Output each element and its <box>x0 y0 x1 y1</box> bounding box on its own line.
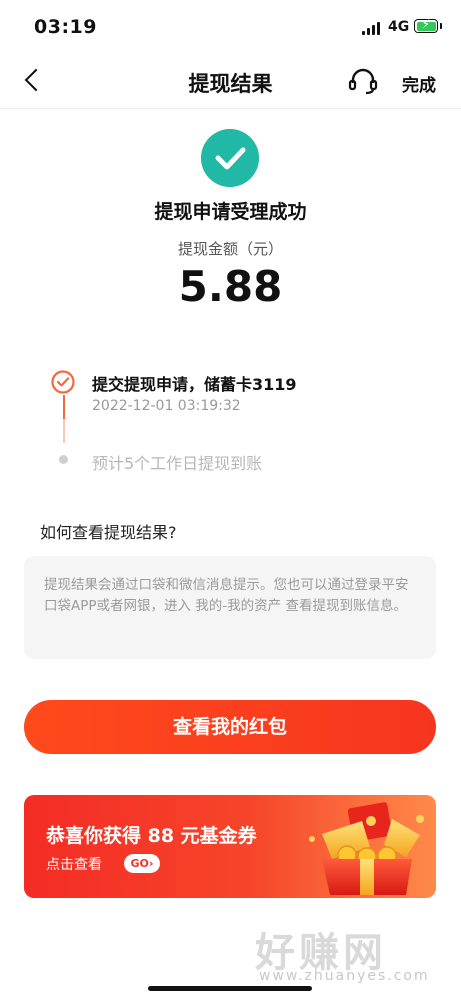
view-red-packet-button[interactable]: 查看我的红包 <box>24 700 436 754</box>
faq-title: 如何查看提现结果? <box>40 523 177 542</box>
coupon-subtitle: 点击查看 <box>46 857 102 873</box>
result-title: 提现申请受理成功 <box>154 201 307 223</box>
status-bar: 03:19 4G ⚡ <box>0 0 461 56</box>
home-indicator <box>148 986 312 991</box>
headset-icon[interactable] <box>348 68 378 96</box>
watermark: 好赚网 www.zhuanyes.com <box>255 920 445 990</box>
signal-icon <box>362 22 382 35</box>
status-time: 03:19 <box>34 16 97 38</box>
nav-bar: 提现结果 完成 <box>0 56 461 109</box>
step-done-check-icon <box>51 370 75 394</box>
faq-body: 提现结果会通过口袋和微信消息提示。您也可以通过登录平安口袋APP或者网银，进入 … <box>24 556 436 659</box>
step-pending-dot-icon <box>59 455 68 464</box>
go-button[interactable]: GO› <box>124 854 160 873</box>
fund-coupon-banner[interactable]: 恭喜你获得 88 元基金券 点击查看 GO› <box>24 795 436 898</box>
watermark-url: www.zhuanyes.com <box>259 968 430 984</box>
page-title: 提现结果 <box>188 72 273 96</box>
amount-label: 提现金额（元） <box>177 240 283 258</box>
timeline-connector-progress <box>63 395 65 419</box>
chevron-right-icon: › <box>148 857 154 870</box>
battery-cap <box>440 23 442 29</box>
battery-icon: ⚡ <box>414 17 438 33</box>
done-button[interactable]: 完成 <box>402 71 436 96</box>
gift-box-icon <box>309 802 424 895</box>
network-type: 4G <box>388 19 410 35</box>
step-title-pending: 预计5个工作日提现到账 <box>92 454 263 473</box>
go-label: GO <box>130 857 149 870</box>
step-title: 提交提现申请，储蓄卡3119 <box>92 375 297 394</box>
amount-value: 5.88 <box>178 262 283 311</box>
success-check-icon <box>201 129 259 187</box>
coupon-title: 恭喜你获得 88 元基金券 <box>46 825 257 847</box>
step-time: 2022-12-01 03:19:32 <box>92 398 241 414</box>
